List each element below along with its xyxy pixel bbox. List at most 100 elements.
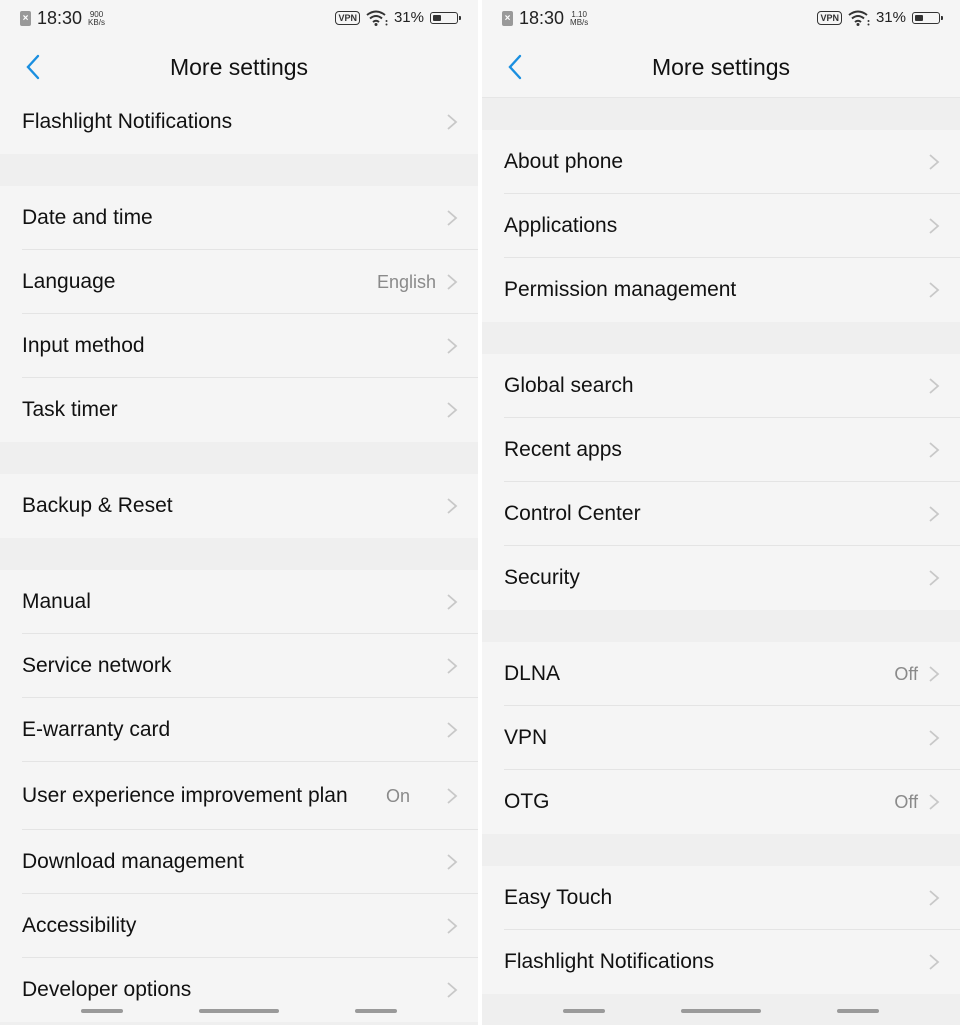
wifi-icon <box>366 10 388 26</box>
item-label: Manual <box>22 590 91 613</box>
nav-pill-left[interactable] <box>81 1009 123 1013</box>
chevron-right-icon <box>447 402 458 418</box>
chevron-right-icon <box>929 890 940 906</box>
status-bar: × 18:30 900 KB/s VPN 31% <box>0 0 478 38</box>
chevron-right-icon <box>929 282 940 298</box>
chevron-right-icon <box>447 274 458 290</box>
chevron-right-icon <box>929 570 940 586</box>
no-sim-icon: × <box>20 11 31 26</box>
item-label: Date and time <box>22 206 153 229</box>
chevron-right-icon <box>447 210 458 226</box>
speed-unit: KB/s <box>88 17 105 27</box>
chevron-right-icon <box>447 498 458 514</box>
list-item-permission-management[interactable]: Permission management <box>482 258 960 322</box>
battery-percent: 31% <box>393 9 424 26</box>
nav-pill-left[interactable] <box>563 1009 605 1013</box>
item-label: OTG <box>504 790 550 813</box>
list-item-flashlight-notifications[interactable]: Flashlight Notifications <box>482 930 960 994</box>
nav-pill-right[interactable] <box>355 1009 397 1013</box>
settings-list: Flashlight Notifications Date and time L… <box>0 90 478 1022</box>
battery-icon <box>430 11 461 24</box>
list-item-input-method[interactable]: Input method <box>0 314 478 378</box>
chevron-right-icon <box>447 114 458 130</box>
section-divider <box>482 834 960 866</box>
section-divider <box>0 442 478 474</box>
item-label: Security <box>504 566 580 589</box>
item-label: About phone <box>504 150 624 173</box>
app-header: More settings <box>482 38 960 98</box>
nav-pill-home[interactable] <box>199 1009 279 1013</box>
item-value: On <box>385 785 410 806</box>
battery-icon <box>912 11 943 24</box>
list-item-vpn[interactable]: VPN <box>482 706 960 770</box>
status-time: 18:30 <box>37 8 83 28</box>
list-item-dlna[interactable]: DLNA Off <box>482 642 960 706</box>
item-label: Backup & Reset <box>22 494 173 517</box>
list-item-service-network[interactable]: Service network <box>0 634 478 698</box>
chevron-right-icon <box>929 218 940 234</box>
list-item-about-phone[interactable]: About phone <box>482 130 960 194</box>
chevron-right-icon <box>447 788 458 804</box>
settings-list: About phone Applications Permission mana… <box>482 98 960 994</box>
item-label: Input method <box>22 334 145 357</box>
item-label: Service network <box>22 654 172 677</box>
list-item-control-center[interactable]: Control Center <box>482 482 960 546</box>
list-item-accessibility[interactable]: Accessibility <box>0 894 478 958</box>
item-value: Off <box>894 663 918 684</box>
section-divider <box>0 154 478 186</box>
speed-unit: MB/s <box>570 17 589 27</box>
item-label: Download management <box>22 850 244 873</box>
nav-pill-home[interactable] <box>681 1009 761 1013</box>
chevron-right-icon <box>447 918 458 934</box>
chevron-right-icon <box>447 338 458 354</box>
list-item-backup-reset[interactable]: Backup & Reset <box>0 474 478 538</box>
item-label: User experience improvement plan <box>22 784 348 807</box>
list-item-task-timer[interactable]: Task timer <box>0 378 478 442</box>
list-item-e-warranty-card[interactable]: E-warranty card <box>0 698 478 762</box>
chevron-right-icon <box>447 594 458 610</box>
item-label: Flashlight Notifications <box>504 950 715 973</box>
vpn-icon: VPN <box>335 10 360 25</box>
list-item-security[interactable]: Security <box>482 546 960 610</box>
app-header: More settings <box>0 38 478 98</box>
list-item-recent-apps[interactable]: Recent apps <box>482 418 960 482</box>
network-speed: 1.10 MB/s <box>570 10 589 27</box>
item-label: Flashlight Notifications <box>22 110 233 133</box>
item-label: VPN <box>504 726 548 749</box>
list-item-download-management[interactable]: Download management <box>0 830 478 894</box>
item-label: Recent apps <box>504 438 622 461</box>
gesture-bar <box>482 997 960 1025</box>
chevron-right-icon <box>929 954 940 970</box>
list-item-language[interactable]: Language English <box>0 250 478 314</box>
no-sim-icon: × <box>502 11 513 26</box>
network-speed: 900 KB/s <box>88 10 105 27</box>
list-item-easy-touch[interactable]: Easy Touch <box>482 866 960 930</box>
vpn-icon: VPN <box>817 10 842 25</box>
wifi-icon <box>848 10 870 26</box>
list-item-applications[interactable]: Applications <box>482 194 960 258</box>
item-label: Permission management <box>504 278 737 301</box>
list-item-otg[interactable]: OTG Off <box>482 770 960 834</box>
list-item-date-and-time[interactable]: Date and time <box>0 186 478 250</box>
list-item-manual[interactable]: Manual <box>0 570 478 634</box>
page-title: More settings <box>651 54 791 80</box>
section-divider <box>482 322 960 354</box>
item-label: Task timer <box>22 398 118 421</box>
status-bar: × 18:30 1.10 MB/s VPN 31% <box>482 0 960 38</box>
chevron-right-icon <box>929 442 940 458</box>
list-item-flashlight-notifications[interactable]: Flashlight Notifications <box>0 90 478 154</box>
chevron-right-icon <box>929 730 940 746</box>
status-time: 18:30 <box>519 8 565 28</box>
list-item-global-search[interactable]: Global search <box>482 354 960 418</box>
section-divider <box>482 610 960 642</box>
nav-pill-right[interactable] <box>837 1009 879 1013</box>
chevron-right-icon <box>929 154 940 170</box>
item-label: Control Center <box>504 502 641 525</box>
list-item-user-experience-plan[interactable]: User experience improvement plan On <box>0 762 478 830</box>
chevron-right-icon <box>929 794 940 810</box>
section-divider <box>0 538 478 570</box>
chevron-right-icon <box>447 854 458 870</box>
battery-percent: 31% <box>875 9 906 26</box>
item-label: Accessibility <box>22 914 137 937</box>
chevron-right-icon <box>929 506 940 522</box>
